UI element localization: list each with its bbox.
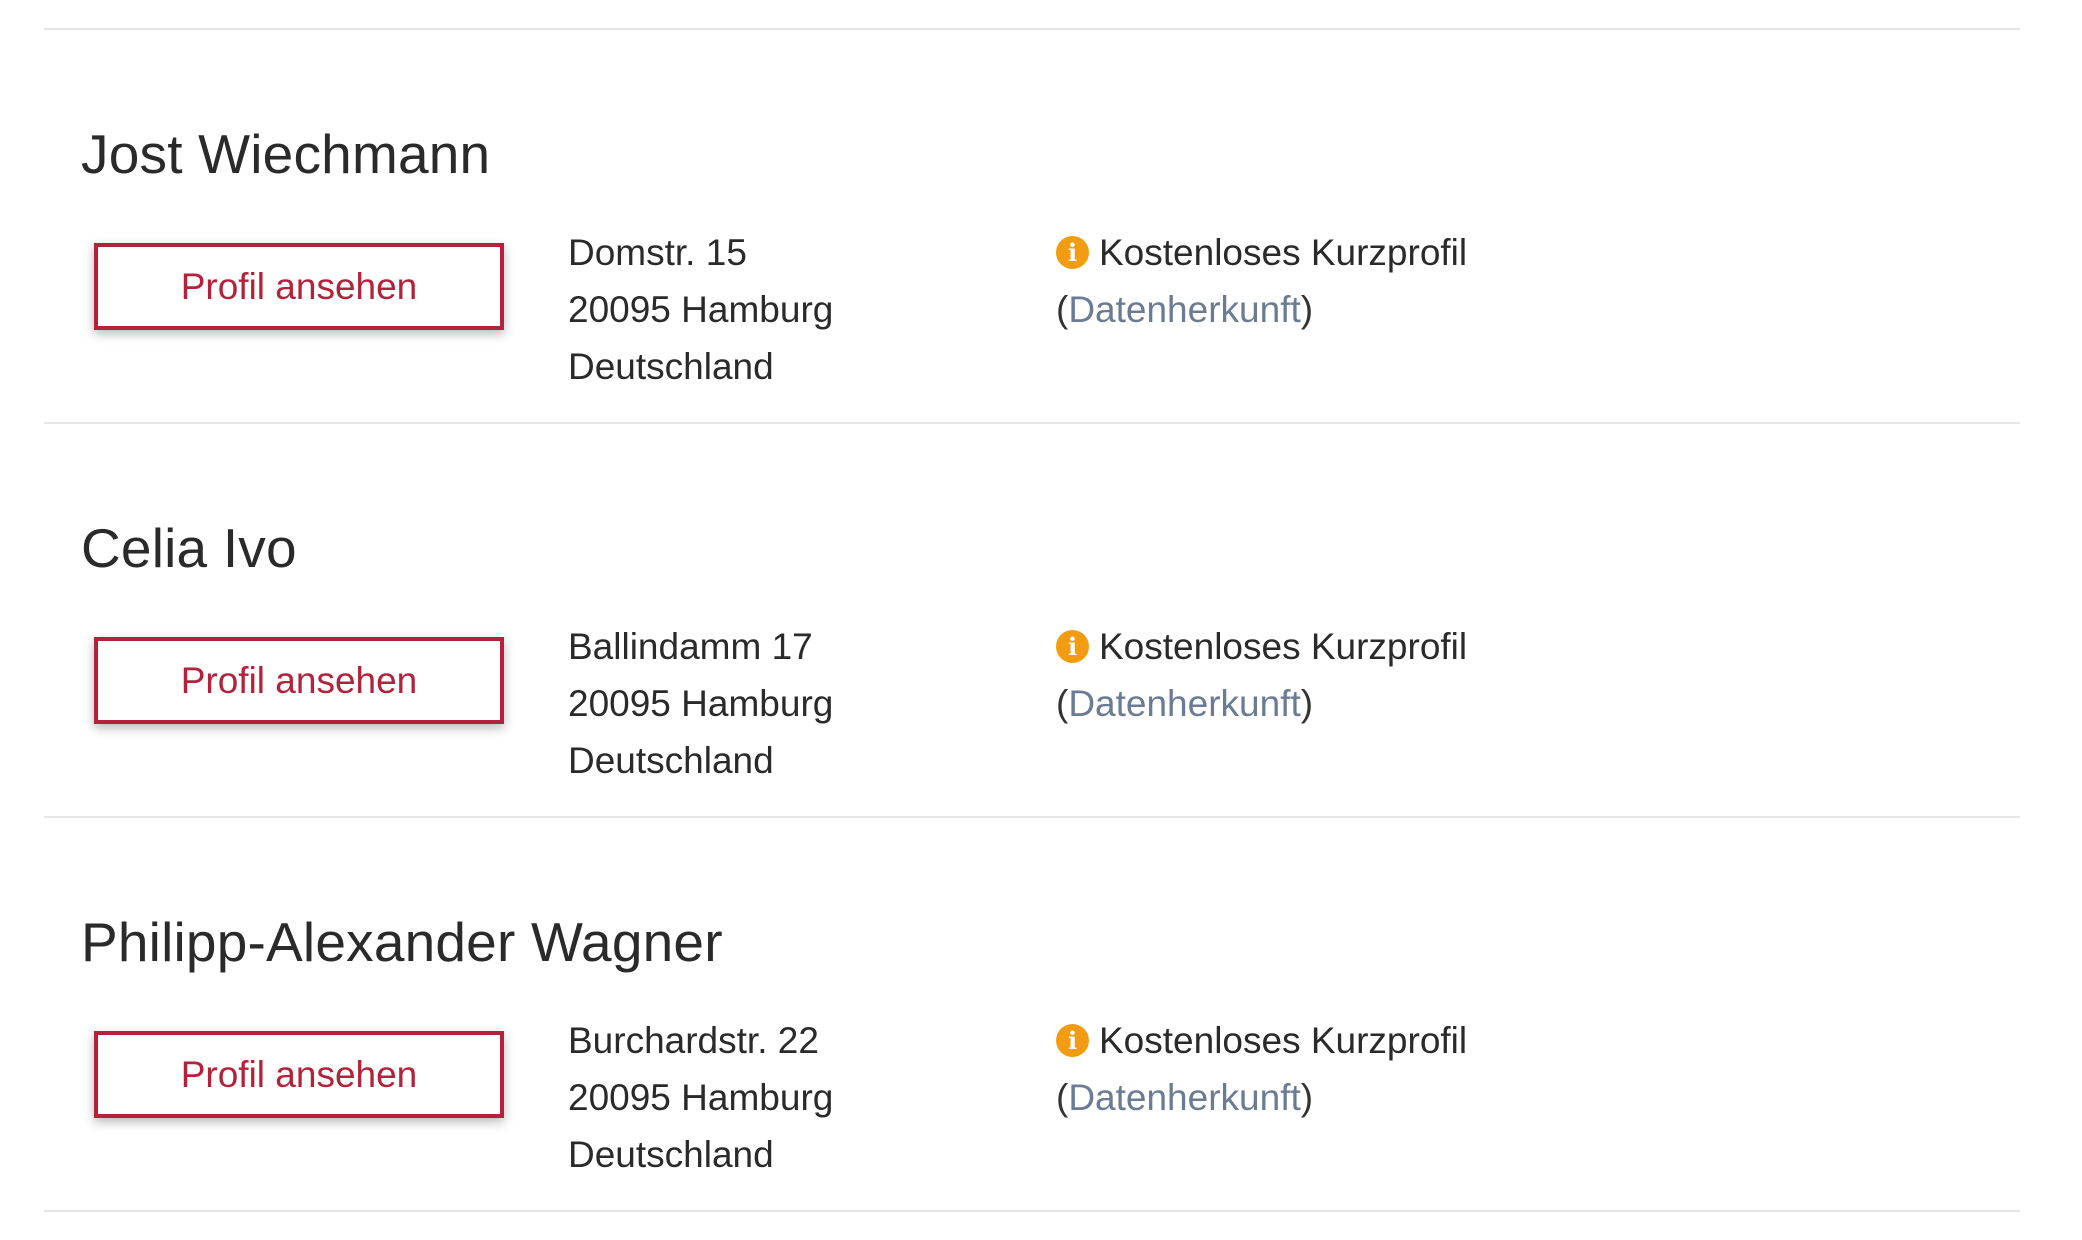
person-entry: Philipp-Alexander Wagner Profil ansehen … — [44, 818, 2020, 1210]
address-city: 20095 Hamburg — [568, 1077, 834, 1118]
person-name: Celia Ivo — [81, 517, 297, 579]
address-country: Deutschland — [568, 1134, 774, 1175]
address-block: Ballindamm 17 20095 Hamburg Deutschland — [568, 618, 833, 789]
paren-close: ) — [1300, 683, 1314, 724]
address-country: Deutschland — [568, 740, 774, 781]
profile-info: i Kostenloses Kurzprofil (Datenherkunft) — [1056, 618, 1467, 732]
profile-type-label: Kostenloses Kurzprofil — [1099, 232, 1468, 273]
info-icon: i — [1056, 1024, 1089, 1057]
address-street: Ballindamm 17 — [568, 626, 813, 667]
person-name: Jost Wiechmann — [81, 123, 491, 185]
person-name: Philipp-Alexander Wagner — [81, 911, 723, 973]
view-profile-button[interactable]: Profil ansehen — [94, 1031, 504, 1118]
data-source-link[interactable]: Datenherkunft — [1068, 675, 1300, 732]
paren-open: ( — [1056, 683, 1069, 724]
person-entry: Jost Wiechmann Profil ansehen Domstr. 15… — [44, 30, 2020, 422]
address-street: Burchardstr. 22 — [568, 1020, 819, 1061]
person-entry: Celia Ivo Profil ansehen Ballindamm 17 2… — [44, 424, 2020, 816]
view-profile-button[interactable]: Profil ansehen — [94, 637, 504, 724]
paren-open: ( — [1056, 289, 1069, 330]
data-source-link[interactable]: Datenherkunft — [1068, 281, 1300, 338]
address-city: 20095 Hamburg — [568, 289, 834, 330]
person-list: Jost Wiechmann Profil ansehen Domstr. 15… — [44, 28, 2020, 1212]
profile-type-label: Kostenloses Kurzprofil — [1099, 1020, 1468, 1061]
data-source-link[interactable]: Datenherkunft — [1068, 1069, 1300, 1126]
info-icon: i — [1056, 236, 1089, 269]
address-block: Domstr. 15 20095 Hamburg Deutschland — [568, 224, 833, 395]
address-city: 20095 Hamburg — [568, 683, 834, 724]
address-street: Domstr. 15 — [568, 232, 747, 273]
profile-info: i Kostenloses Kurzprofil (Datenherkunft) — [1056, 224, 1467, 338]
address-country: Deutschland — [568, 346, 774, 387]
view-profile-button[interactable]: Profil ansehen — [94, 243, 504, 330]
paren-open: ( — [1056, 1077, 1069, 1118]
profile-type-label: Kostenloses Kurzprofil — [1099, 626, 1468, 667]
info-icon: i — [1056, 630, 1089, 663]
paren-close: ) — [1300, 1077, 1314, 1118]
profile-info: i Kostenloses Kurzprofil (Datenherkunft) — [1056, 1012, 1467, 1126]
divider — [44, 1210, 2020, 1212]
paren-close: ) — [1300, 289, 1314, 330]
address-block: Burchardstr. 22 20095 Hamburg Deutschlan… — [568, 1012, 833, 1183]
